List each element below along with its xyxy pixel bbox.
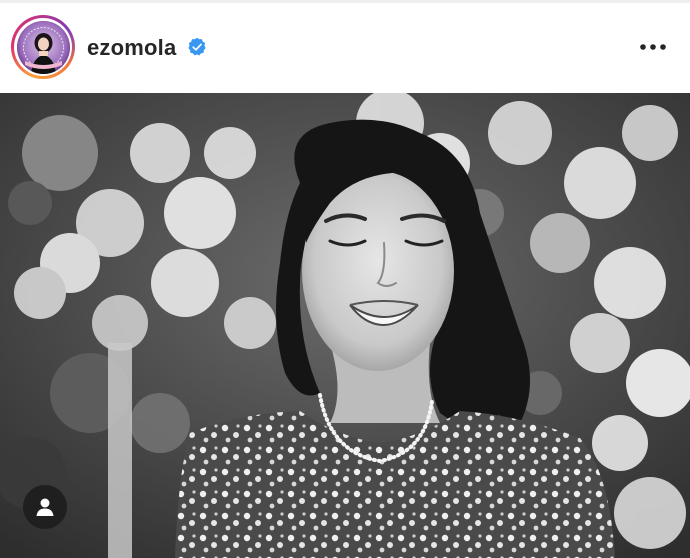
more-options-icon[interactable] [636, 33, 670, 61]
story-ring[interactable] [11, 15, 75, 79]
instagram-post: ezomola [0, 0, 690, 558]
post-header: ezomola [0, 3, 690, 91]
avatar[interactable] [16, 20, 70, 74]
post-photo[interactable] [0, 93, 690, 558]
verified-badge-icon [188, 37, 206, 56]
post-image [0, 93, 690, 558]
user-tag-icon [36, 498, 54, 516]
avatar-image [16, 20, 70, 74]
user-tag-button[interactable] [23, 485, 67, 529]
username[interactable]: ezomola [87, 35, 176, 61]
